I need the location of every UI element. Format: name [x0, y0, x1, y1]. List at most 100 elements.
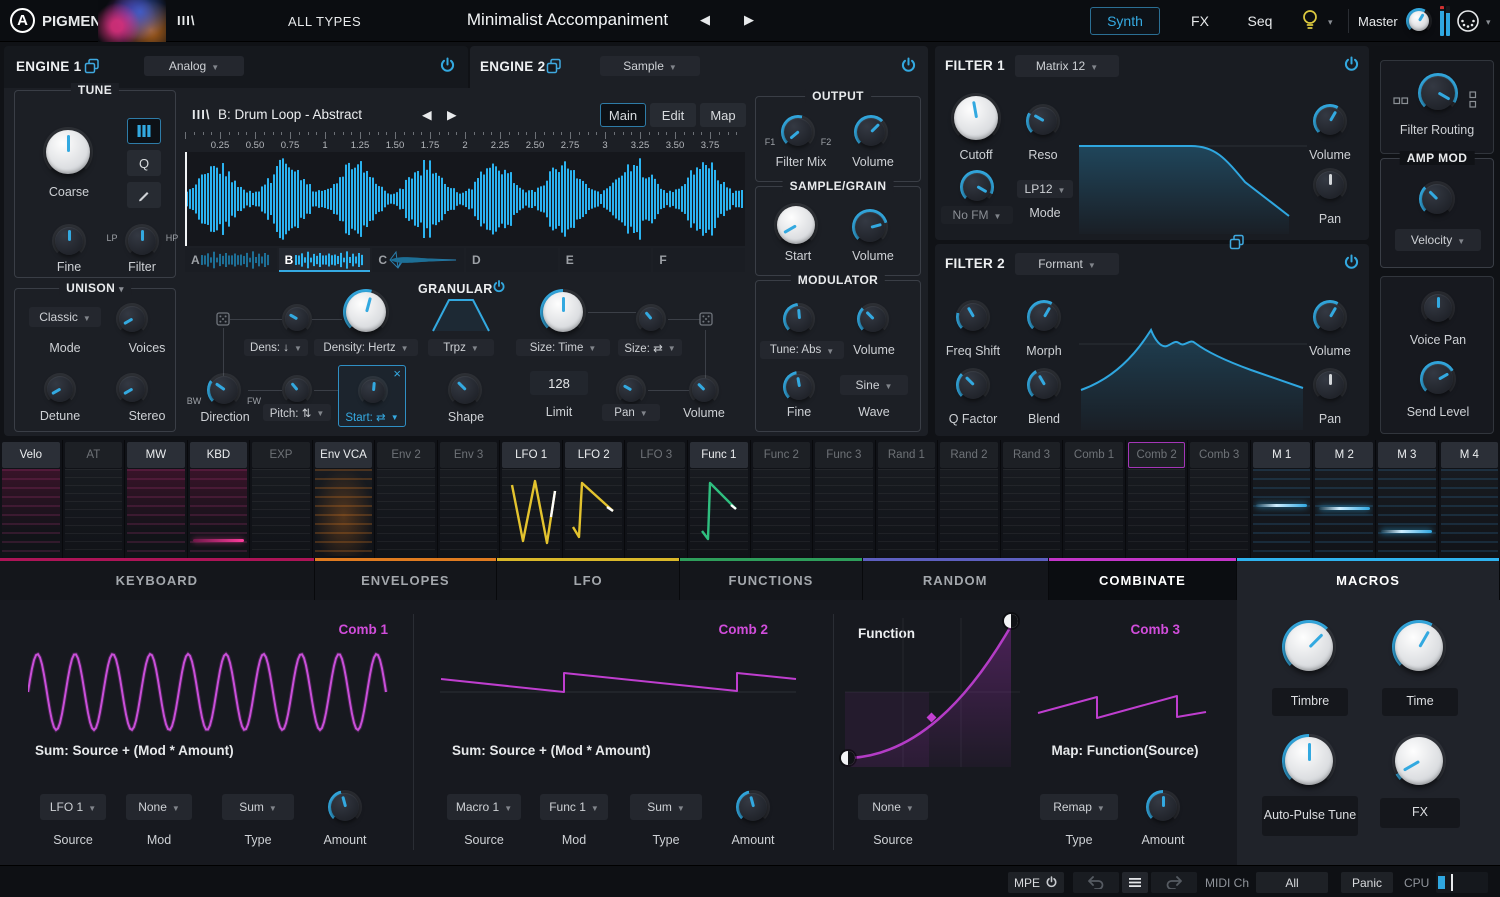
mod-slot-tab[interactable]: M 1 — [1253, 442, 1311, 468]
mod-slot-tab[interactable]: Velo — [2, 442, 60, 468]
grain-size-knob[interactable] — [540, 289, 586, 335]
filter1-pan-knob[interactable] — [1313, 168, 1347, 202]
comb1-source-select[interactable]: LFO 1▼ — [40, 794, 106, 820]
density-mode-select[interactable]: Density: Hertz▼ — [314, 339, 418, 356]
macro-knob-4[interactable] — [1392, 734, 1446, 788]
mod-slot-viz[interactable] — [627, 469, 685, 556]
comb1-mod-select[interactable]: None▼ — [126, 794, 192, 820]
modulator-volume-knob[interactable] — [857, 303, 889, 335]
size-random-knob[interactable] — [636, 304, 666, 334]
arturia-logo-icon[interactable]: A — [10, 8, 35, 33]
unison-detune-knob[interactable] — [44, 373, 76, 405]
mod-slot-viz[interactable] — [1003, 469, 1061, 556]
unison-title[interactable]: UNISON ▾ — [59, 281, 131, 295]
mod-slot-viz[interactable] — [753, 469, 811, 556]
engine2-copy-icon[interactable] — [546, 58, 562, 74]
undo-button[interactable] — [1073, 872, 1119, 893]
sample-slot-a[interactable]: A — [185, 248, 277, 272]
voice-pan-knob[interactable] — [1421, 291, 1455, 325]
mod-slot-viz[interactable] — [1253, 469, 1311, 556]
modulator-wave-select[interactable]: Sine▼ — [840, 375, 908, 395]
start-mode-select[interactable]: Start: ⇄▼ — [341, 408, 403, 425]
mod-slot-tab[interactable]: Rand 2 — [940, 442, 998, 468]
granular-power-icon[interactable] — [492, 280, 506, 294]
sample-waveform[interactable] — [185, 152, 745, 246]
mod-slot-tab[interactable]: Func 3 — [815, 442, 873, 468]
start-random-knob[interactable] — [358, 376, 388, 406]
engine1-type-select[interactable]: Analog▼ — [144, 56, 244, 76]
mod-slot-tab[interactable]: EXP — [252, 442, 310, 468]
engine1-tab[interactable]: ENGINE 1 Analog▼ — [4, 46, 468, 88]
sample-volume-knob[interactable] — [852, 209, 888, 245]
unison-mode-select[interactable]: Classic▼ — [29, 307, 101, 327]
sample-prev-button[interactable]: ◀ — [422, 107, 432, 122]
unison-voices-knob[interactable] — [116, 303, 148, 335]
function-handle-start[interactable] — [841, 751, 855, 765]
filter2-morph-knob[interactable] — [1027, 300, 1061, 334]
filter2-blend-knob[interactable] — [1027, 368, 1061, 402]
midi-din-icon[interactable] — [1456, 9, 1480, 33]
direction-knob[interactable] — [207, 373, 241, 407]
size-spread-select[interactable]: Size: ⇄▼ — [618, 339, 682, 356]
mod-slot-viz[interactable] — [690, 469, 748, 556]
fine-tune-knob[interactable] — [52, 224, 86, 258]
bulb-caret-icon[interactable]: ▾ — [1328, 17, 1333, 28]
suggestion-bulb-icon[interactable] — [1300, 8, 1320, 32]
redo-button[interactable] — [1151, 872, 1197, 893]
comb2-mod-select[interactable]: Func 1▼ — [540, 794, 608, 820]
sample-name[interactable]: B: Drum Loop - Abstract — [218, 107, 362, 122]
mod-slot-viz[interactable] — [1065, 469, 1123, 556]
comb3-function-curve[interactable] — [845, 618, 1020, 767]
mod-slot-viz[interactable] — [565, 469, 623, 556]
filter1-mode-select[interactable]: LP12▼ — [1017, 180, 1073, 198]
filter2-curve[interactable] — [1079, 298, 1307, 430]
mod-slot-tab[interactable]: Func 2 — [753, 442, 811, 468]
sample-slot-e[interactable]: E — [560, 248, 652, 272]
filter-copy-icon[interactable] — [1229, 234, 1245, 250]
filter1-type-select[interactable]: Matrix 12▼ — [1015, 55, 1119, 77]
panic-button[interactable]: Panic — [1341, 872, 1393, 893]
mod-slot-viz[interactable] — [1190, 469, 1248, 556]
function-handle-end[interactable] — [1004, 614, 1018, 628]
filter1-power-icon[interactable] — [1343, 56, 1360, 73]
quantize-button[interactable]: Q — [127, 150, 161, 176]
mod-slot-tab[interactable]: Env 3 — [440, 442, 498, 468]
engine2-power-icon[interactable] — [900, 57, 917, 74]
grain-shape-knob[interactable] — [448, 373, 482, 407]
filter1-cutoff-knob[interactable] — [951, 93, 1001, 143]
mod-slot-viz[interactable] — [940, 469, 998, 556]
engine1-power-icon[interactable] — [439, 57, 456, 74]
modulator-tune-knob[interactable] — [783, 303, 815, 335]
tab-fx[interactable]: FX — [1178, 8, 1222, 34]
filter2-q-factor-knob[interactable] — [956, 368, 990, 402]
sample-slot-f[interactable]: F — [653, 248, 745, 272]
tune-filter-knob[interactable] — [125, 224, 159, 258]
grain-volume-knob[interactable] — [689, 375, 719, 405]
mod-slot-viz[interactable] — [127, 469, 185, 556]
macro-label-4[interactable]: FX — [1380, 798, 1460, 828]
library-icon[interactable]: III\ — [177, 13, 195, 28]
mod-slot-tab[interactable]: M 3 — [1378, 442, 1436, 468]
size-dice-icon[interactable] — [699, 312, 713, 326]
filter1-fm-select[interactable]: No FM▼ — [941, 206, 1013, 224]
comb3-amount-knob[interactable] — [1146, 790, 1180, 824]
comb2-source-select[interactable]: Macro 1▼ — [447, 794, 521, 820]
density-random-knob[interactable] — [282, 304, 312, 334]
filter2-power-icon[interactable] — [1343, 254, 1360, 271]
preset-name[interactable]: Minimalist Accompaniment — [450, 10, 685, 30]
filter1-curve[interactable] — [1079, 138, 1307, 234]
comb2-type-select[interactable]: Sum▼ — [630, 794, 702, 820]
mod-slot-tab[interactable]: Env VCA — [315, 442, 373, 468]
macro-knob-2[interactable] — [1392, 620, 1446, 674]
tab-lfo[interactable]: LFO — [497, 558, 679, 600]
mod-slot-viz[interactable] — [1441, 469, 1499, 556]
comb3-type-select[interactable]: Remap▼ — [1040, 794, 1118, 820]
tab-macros[interactable]: MACROS — [1237, 558, 1499, 600]
engine-volume-knob[interactable] — [854, 115, 888, 149]
pan-mode-select[interactable]: Pan▼ — [602, 404, 660, 421]
modulator-fine-knob[interactable] — [783, 371, 815, 403]
comb3-source-select[interactable]: None▼ — [858, 794, 928, 820]
tab-functions[interactable]: FUNCTIONS — [680, 558, 861, 600]
mod-slot-viz[interactable] — [377, 469, 435, 556]
comb1-type-select[interactable]: Sum▼ — [222, 794, 294, 820]
